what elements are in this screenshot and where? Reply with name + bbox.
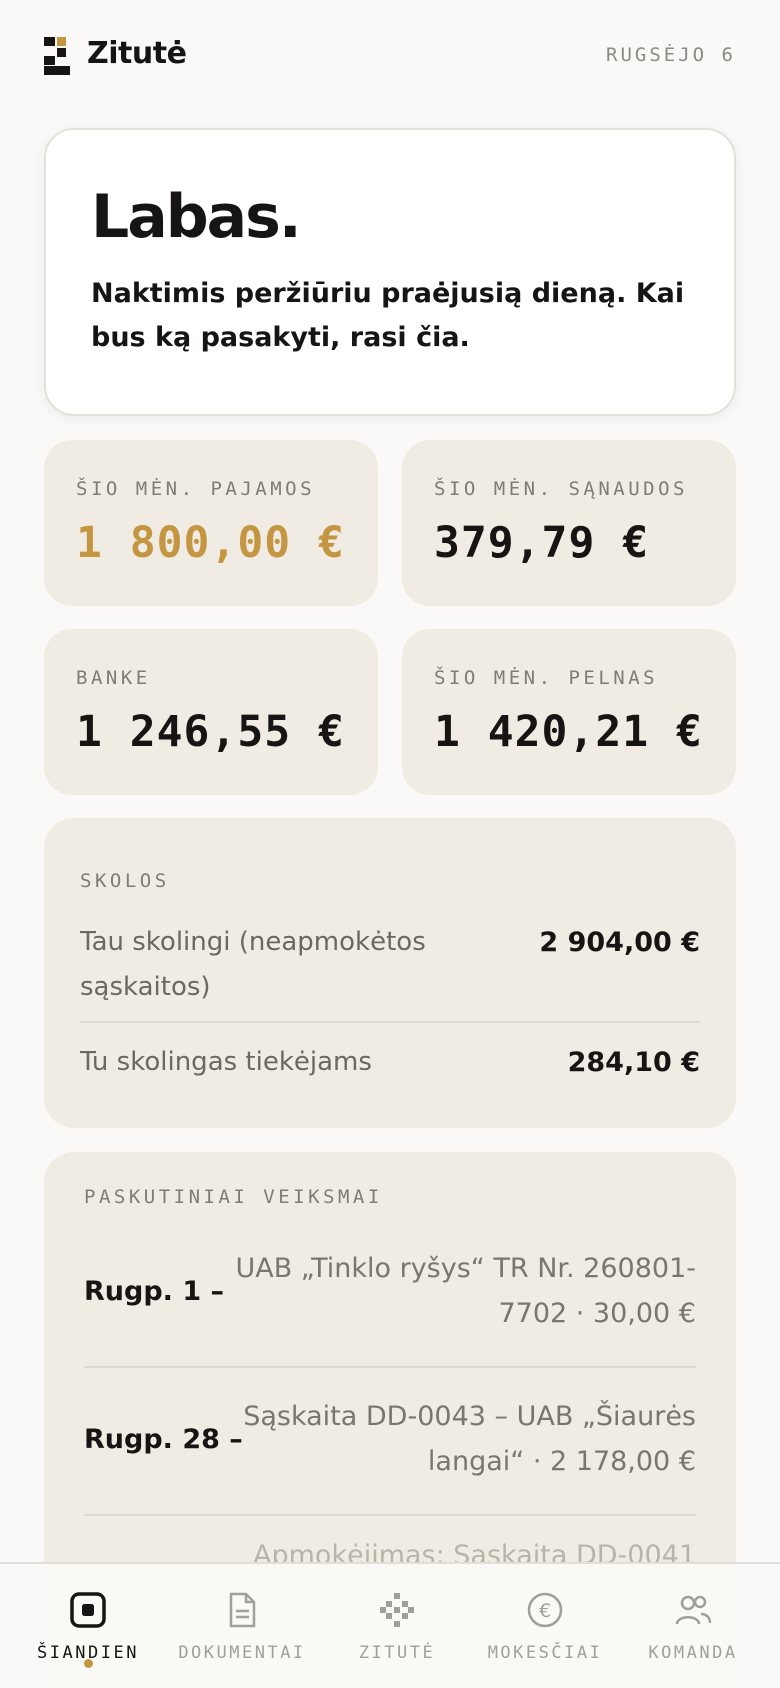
nav-item-taxes[interactable]: € MOKESČIAI — [467, 1564, 623, 1688]
today-icon — [70, 1592, 106, 1628]
nav-label: DOKUMENTAI — [178, 1643, 306, 1663]
team-icon — [675, 1595, 712, 1625]
stat-label: BANKE — [76, 667, 151, 689]
greeting-card: Labas. Naktimis peržiūriu praėjusią dien… — [44, 128, 736, 416]
nav-item-documents[interactable]: DOKUMENTAI — [164, 1564, 320, 1688]
document-icon — [229, 1592, 256, 1628]
stat-card-bank[interactable]: BANKE 1 246,55 € — [44, 629, 378, 795]
debt-amount: 284,10 € — [567, 1047, 700, 1078]
divider — [80, 1021, 700, 1023]
current-date: RUGSĖJO 6 — [606, 44, 736, 66]
brand-name: Zitutė — [87, 36, 187, 71]
zitute-logo-icon[interactable] — [44, 37, 70, 75]
stat-card-income[interactable]: ŠIO MĖN. PAJAMOS 1 800,00 € — [44, 440, 378, 606]
divider — [84, 1514, 696, 1516]
activity-description: Sąskaita DD-0043 – UAB „Šiaurės langai“ … — [243, 1401, 696, 1477]
bottom-nav: ŠIANDIEN DOKUMENTAI ZITUTĖ € MOKESČIAI K… — [0, 1562, 780, 1688]
stat-label: ŠIO MĖN. PAJAMOS — [76, 478, 316, 500]
debts-card: SKOLOS Tau skolingi (neapmokėtos sąskait… — [44, 818, 736, 1128]
nav-label: ZITUTĖ — [358, 1643, 436, 1663]
assistant-grid-icon — [380, 1593, 414, 1627]
stat-value: 379,79 € — [434, 518, 650, 568]
debt-label: Tau skolingi (neapmokėtos sąskaitos) — [80, 927, 426, 1002]
debts-title: SKOLOS — [80, 870, 170, 892]
stat-card-profit[interactable]: ŠIO MĖN. PELNAS 1 420,21 € — [402, 629, 736, 795]
activity-date: Rugp. 28 – — [84, 1424, 243, 1455]
stat-value: 1 800,00 € — [76, 518, 345, 568]
activity-description: UAB „Tinklo ryšys“ TR Nr. 260801-7702 · … — [235, 1253, 696, 1329]
stat-value: 1 246,55 € — [76, 707, 345, 757]
nav-item-today[interactable]: ŠIANDIEN — [10, 1564, 166, 1688]
stat-label: ŠIO MĖN. PELNAS — [434, 667, 659, 689]
nav-label: KOMANDA — [648, 1643, 738, 1663]
stat-card-expenses[interactable]: ŠIO MĖN. SĄNAUDOS 379,79 € — [402, 440, 736, 606]
activity-date: Rugp. 1 – — [84, 1276, 225, 1307]
greeting-title: Labas. — [91, 182, 302, 252]
stat-label: ŠIO MĖN. SĄNAUDOS — [434, 478, 688, 500]
stat-value: 1 420,21 € — [434, 707, 703, 757]
debt-label: Tu skolingas tiekėjams — [80, 1047, 372, 1077]
nav-item-zitute[interactable]: ZITUTĖ — [319, 1564, 475, 1688]
debt-amount: 2 904,00 € — [539, 927, 700, 958]
greeting-text: Naktimis peržiūriu praėjusią dieną. Kai … — [91, 278, 685, 353]
svg-text:€: € — [539, 1600, 551, 1622]
nav-label: MOKESČIAI — [487, 1643, 603, 1663]
recent-actions-title: PASKUTINIAI VEIKSMAI — [84, 1186, 383, 1208]
euro-icon: € — [527, 1592, 563, 1628]
nav-item-team[interactable]: KOMANDA — [615, 1564, 771, 1688]
app-header: Zitutė RUGSĖJO 6 — [0, 0, 780, 112]
divider — [84, 1366, 696, 1368]
active-indicator-dot — [84, 1659, 93, 1668]
